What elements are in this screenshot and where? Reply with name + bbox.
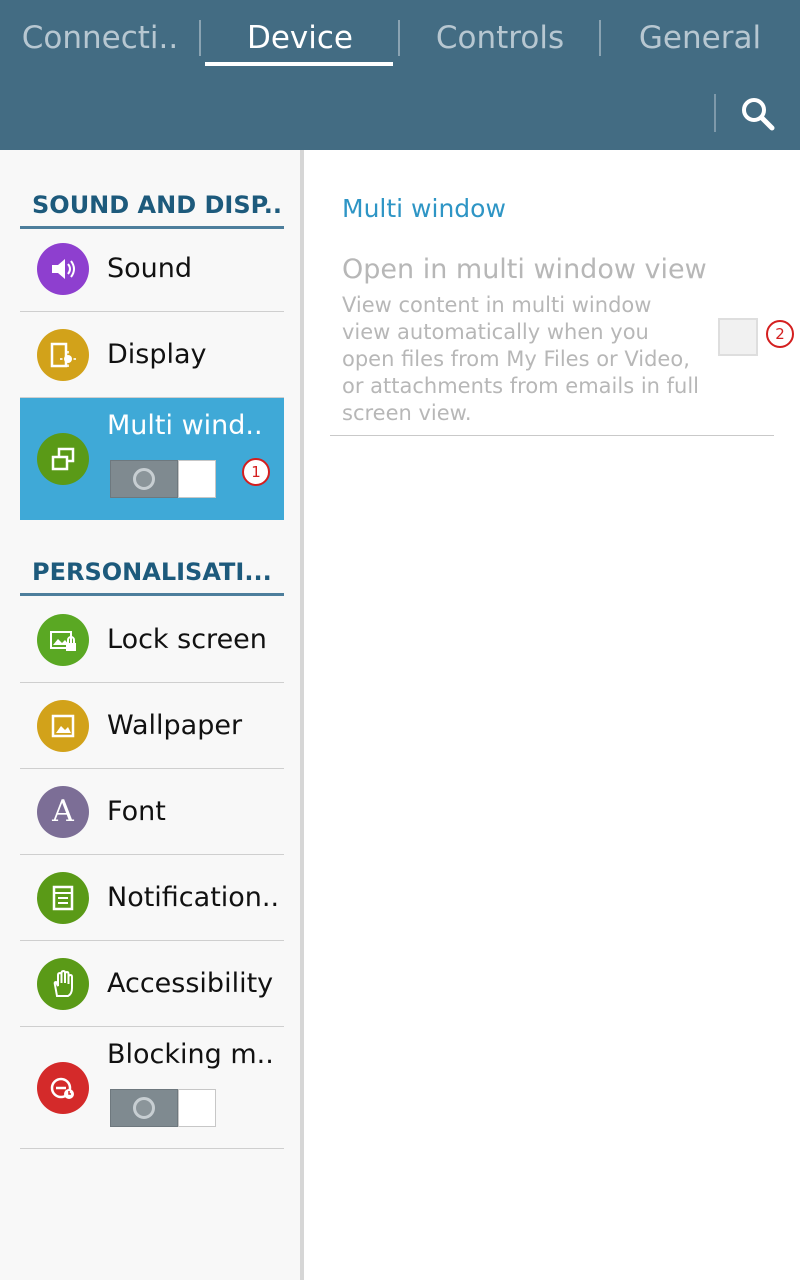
app-header: Connecti.. Device Controls General — [0, 0, 800, 150]
lock-screen-icon — [37, 613, 89, 666]
notification-icon — [37, 871, 89, 924]
toggle-on-side — [178, 460, 216, 498]
sidebar-item-font[interactable]: A Font — [20, 769, 284, 855]
search-button[interactable] — [730, 88, 786, 140]
tab-separator — [599, 20, 601, 56]
multi-window-icon — [37, 433, 89, 485]
speaker-icon — [37, 242, 89, 295]
sidebar-item-sound[interactable]: Sound — [20, 226, 284, 312]
search-icon — [742, 98, 775, 131]
sidebar-item-lock-screen[interactable]: Lock screen — [20, 597, 284, 683]
toggle-knob — [133, 1097, 155, 1119]
font-icon: A — [37, 785, 89, 838]
sidebar-item-notification[interactable]: Notification.. — [20, 855, 284, 941]
sidebar-item-wallpaper[interactable]: Wallpaper — [20, 683, 284, 769]
wallpaper-icon — [37, 699, 89, 752]
annotation-badge: 1 — [242, 458, 270, 486]
tab-label: General — [638, 20, 762, 56]
multi-window-toggle[interactable] — [110, 460, 216, 498]
blocking-mode-toggle[interactable] — [110, 1089, 216, 1127]
sidebar-item-accessibility[interactable]: Accessibility — [20, 941, 284, 1027]
font-glyph: A — [52, 794, 74, 829]
sidebar-item-display[interactable]: Display — [20, 312, 284, 398]
toggle-knob — [133, 468, 155, 490]
toggle-on-side — [178, 1089, 216, 1127]
annotation-badge: 2 — [766, 320, 794, 348]
tab-label: Device — [246, 20, 354, 56]
blocking-mode-icon — [37, 1062, 89, 1114]
sidebar-item-label: Wallpaper — [107, 710, 243, 741]
accessibility-hand-icon — [37, 957, 89, 1010]
toggle-off-side — [110, 1089, 178, 1127]
settings-category-list: SOUND AND DISP... Sound Display Multi wi… — [0, 150, 300, 1280]
divider — [330, 435, 774, 436]
detail-title: Multi window — [342, 194, 506, 223]
tab-general[interactable]: General — [600, 0, 800, 76]
tab-label: Controls — [435, 20, 565, 56]
section-header-personalisation: PERSONALISATI... — [20, 550, 284, 596]
tab-label: Connecti.. — [21, 20, 179, 56]
display-icon — [37, 328, 89, 381]
sidebar-item-label: Lock screen — [107, 624, 267, 655]
sidebar-item-label: Sound — [107, 253, 193, 284]
sidebar-item-label: Font — [107, 796, 166, 827]
setting-description: View content in multi window view automa… — [342, 293, 700, 425]
multi-window-checkbox[interactable] — [718, 318, 758, 356]
sidebar-item-label: Multi wind.. — [107, 410, 263, 441]
detail-pane: Multi window Open in multi window view V… — [304, 150, 800, 1280]
section-header-sound-display: SOUND AND DISP... — [20, 183, 284, 229]
sidebar-item-blocking-mode[interactable]: Blocking m.. — [20, 1027, 284, 1149]
search-separator — [714, 94, 716, 132]
tab-separator — [199, 20, 201, 56]
tab-connections[interactable]: Connecti.. — [0, 0, 200, 76]
toggle-off-side — [110, 460, 178, 498]
tab-controls[interactable]: Controls — [400, 0, 600, 76]
setting-title: Open in multi window view — [342, 254, 707, 285]
sidebar-item-label: Accessibility — [107, 968, 274, 999]
tab-bar: Connecti.. Device Controls General — [0, 0, 800, 76]
sidebar-item-label: Display — [107, 339, 207, 370]
tab-separator — [398, 20, 400, 56]
sidebar-item-multi-window[interactable]: Multi wind.. 1 — [20, 398, 284, 520]
tab-device[interactable]: Device — [200, 0, 400, 76]
sidebar-item-label: Blocking m.. — [107, 1039, 274, 1070]
sidebar-item-label: Notification.. — [107, 882, 280, 913]
